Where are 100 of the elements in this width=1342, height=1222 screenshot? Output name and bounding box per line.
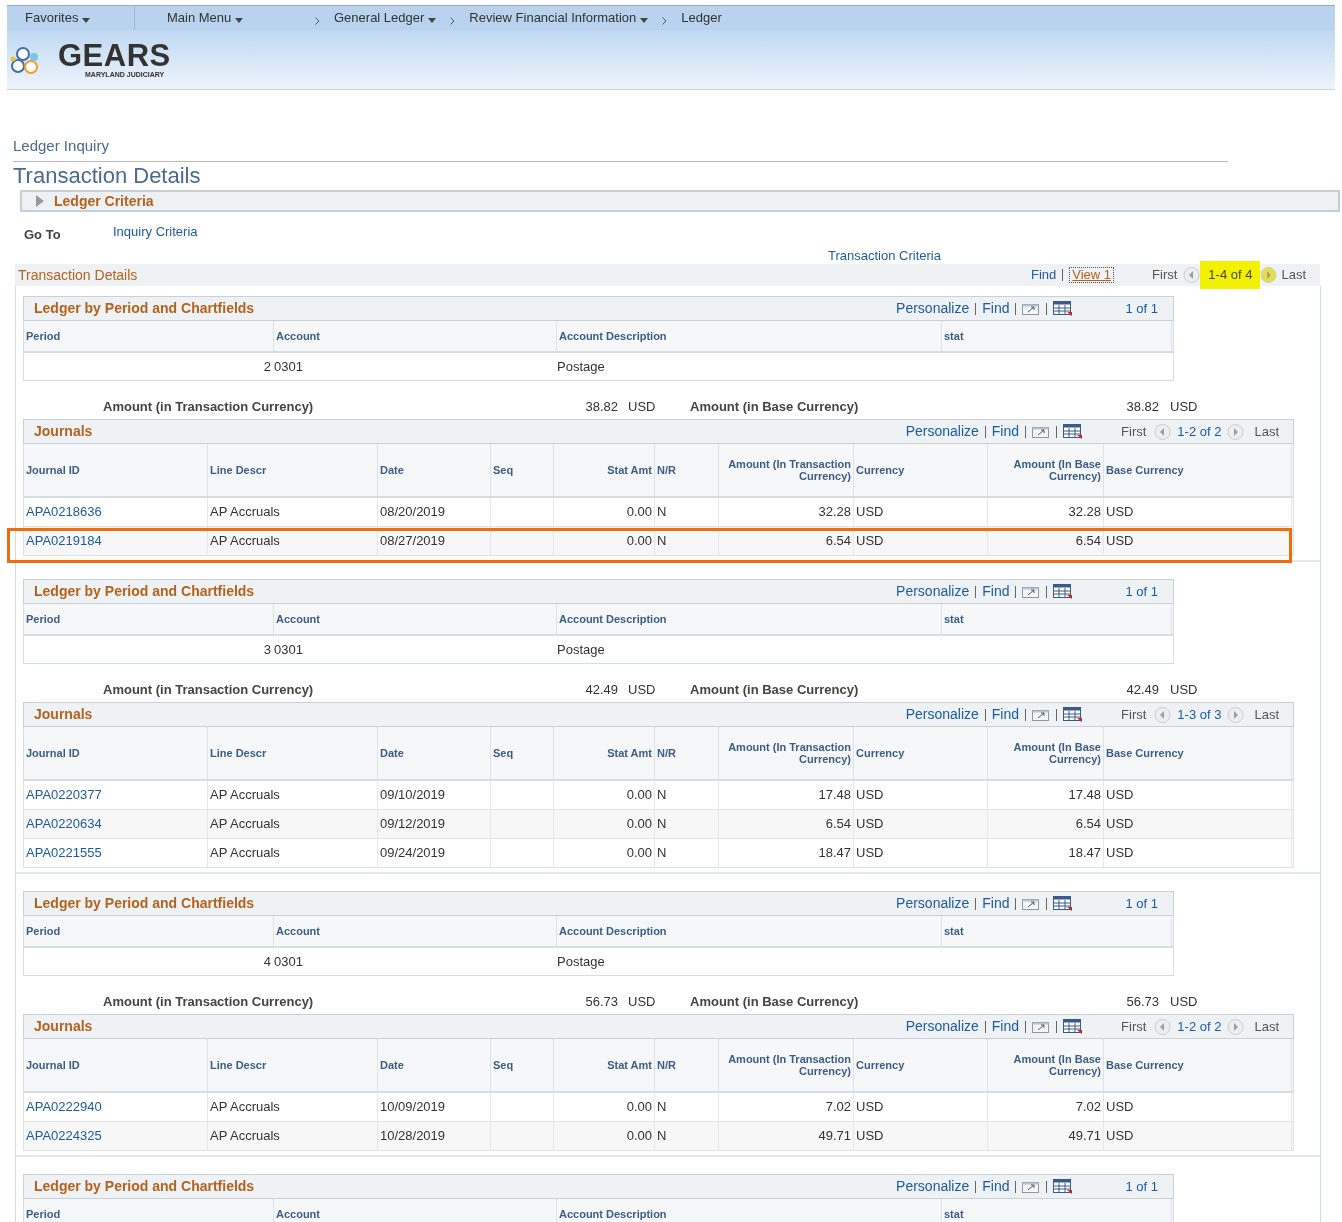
zoom-window-icon[interactable] [1022, 897, 1041, 910]
column-header[interactable]: Seq [493, 464, 514, 476]
previous-icon[interactable] [1154, 1018, 1172, 1035]
column-header[interactable]: Base Currency [1106, 464, 1184, 476]
column-header[interactable]: Date [380, 747, 404, 759]
personalize-link[interactable]: Personalize [896, 893, 970, 914]
zoom-window-icon[interactable] [1032, 425, 1051, 438]
column-header[interactable]: Currency [856, 1059, 905, 1071]
column-header[interactable]: Account [276, 922, 320, 940]
column-header[interactable]: Line Descr [210, 464, 267, 476]
menu-item[interactable]: Favorites [25, 8, 91, 28]
find-link[interactable]: Find [982, 298, 1010, 319]
personalize-link[interactable]: Personalize [896, 581, 970, 602]
find-link[interactable]: Find [991, 704, 1020, 725]
column-header[interactable]: Seq [493, 747, 514, 759]
column-header[interactable]: Account [276, 610, 320, 628]
transaction-criteria-link[interactable]: Transaction Criteria [828, 248, 941, 263]
column-header[interactable]: stat [944, 327, 964, 345]
spreadsheet-icon[interactable] [1053, 583, 1074, 600]
column-header[interactable]: Journal ID [26, 1059, 80, 1071]
previous-icon[interactable] [1154, 423, 1172, 440]
menu-item[interactable]: Main Menu [167, 8, 244, 28]
column-header[interactable]: Amount (In Base Currency) [990, 741, 1101, 765]
zoom-window-icon[interactable] [1022, 585, 1041, 598]
column-header[interactable]: Amount (In Base Currency) [990, 1053, 1101, 1077]
column-header[interactable]: Currency [856, 747, 905, 759]
next-icon[interactable] [1227, 706, 1245, 723]
collapsible-section[interactable]: Ledger Criteria [20, 190, 1340, 212]
journal-id-link[interactable]: APA0222940 [26, 1097, 102, 1117]
column-header[interactable]: Account Description [559, 327, 667, 345]
view-all-link[interactable]: View 1 [1069, 267, 1115, 283]
column-header[interactable]: Amount (In Transaction Currency) [721, 458, 851, 482]
column-header[interactable]: Stat Amt [607, 1059, 652, 1071]
column-header[interactable]: Account [276, 1205, 320, 1222]
personalize-link[interactable]: Personalize [905, 421, 979, 442]
zoom-window-icon[interactable] [1022, 1180, 1041, 1193]
column-header[interactable]: Stat Amt [607, 747, 652, 759]
spreadsheet-icon[interactable] [1063, 423, 1084, 440]
table-cell-text: Postage [557, 640, 605, 659]
column-header[interactable]: Line Descr [210, 1059, 267, 1071]
spreadsheet-icon[interactable] [1063, 1018, 1084, 1035]
zoom-window-icon[interactable] [1022, 302, 1041, 315]
find-link[interactable]: Find [982, 1176, 1010, 1197]
personalize-link[interactable]: Personalize [905, 704, 979, 725]
column-header[interactable]: Journal ID [26, 747, 80, 759]
menu-item[interactable]: Ledger [681, 8, 722, 28]
menu-item[interactable]: Review Financial Information [469, 8, 649, 28]
column-header[interactable]: Journal ID [26, 464, 80, 476]
journal-id-link[interactable]: APA0220634 [26, 814, 102, 834]
column-header[interactable]: N/R [657, 464, 676, 476]
find-link[interactable]: Find [982, 581, 1010, 602]
column-header[interactable]: Account Description [559, 1205, 667, 1222]
column-header[interactable]: Period [26, 1205, 61, 1222]
inquiry-criteria-link[interactable]: Inquiry Criteria [113, 222, 198, 242]
column-header[interactable]: N/R [657, 747, 676, 759]
find-link[interactable]: Find [1030, 265, 1057, 285]
previous-icon[interactable] [1154, 706, 1172, 723]
column-header[interactable]: Period [26, 327, 61, 345]
find-link[interactable]: Find [982, 893, 1010, 914]
column-header[interactable]: Stat Amt [607, 464, 652, 476]
column-header[interactable]: Currency [856, 464, 905, 476]
column-header[interactable]: Amount (In Base Currency) [990, 458, 1101, 482]
column-header[interactable]: Account Description [559, 922, 667, 940]
personalize-link[interactable]: Personalize [905, 1016, 979, 1037]
personalize-link[interactable]: Personalize [896, 1176, 970, 1197]
zoom-window-icon[interactable] [1032, 1020, 1051, 1033]
menu-item[interactable]: General Ledger [334, 8, 437, 28]
column-header[interactable]: stat [944, 1205, 964, 1222]
column-header[interactable]: Base Currency [1106, 1059, 1184, 1071]
column-header[interactable]: Period [26, 610, 61, 628]
column-header[interactable]: Amount (In Transaction Currency) [721, 741, 851, 765]
next-icon[interactable] [1227, 1018, 1245, 1035]
column-header[interactable]: Period [26, 922, 61, 940]
column-header[interactable]: Date [380, 1059, 404, 1071]
journal-id-link[interactable]: APA0218636 [26, 502, 102, 522]
journal-id-link[interactable]: APA0220377 [26, 785, 102, 805]
personalize-link[interactable]: Personalize [896, 298, 970, 319]
previous-icon[interactable] [1183, 267, 1201, 283]
spreadsheet-icon[interactable] [1063, 706, 1084, 723]
column-header[interactable]: Account Description [559, 610, 667, 628]
spreadsheet-icon[interactable] [1053, 895, 1074, 912]
next-icon[interactable] [1227, 423, 1245, 440]
column-header[interactable]: N/R [657, 1059, 676, 1071]
column-header[interactable]: Account [276, 327, 320, 345]
column-header[interactable]: stat [944, 610, 964, 628]
journal-id-link[interactable]: APA0221555 [26, 843, 102, 863]
next-icon[interactable] [1260, 267, 1278, 283]
spreadsheet-icon[interactable] [1053, 300, 1074, 317]
find-link[interactable]: Find [991, 1016, 1020, 1037]
spreadsheet-icon[interactable] [1053, 1178, 1074, 1195]
journal-id-link[interactable]: APA0219184 [26, 531, 102, 551]
zoom-window-icon[interactable] [1032, 708, 1051, 721]
column-header[interactable]: Amount (In Transaction Currency) [721, 1053, 851, 1077]
column-header[interactable]: Seq [493, 1059, 514, 1071]
find-link[interactable]: Find [991, 421, 1020, 442]
column-header[interactable]: Date [380, 464, 404, 476]
column-header[interactable]: Base Currency [1106, 747, 1184, 759]
column-header[interactable]: stat [944, 922, 964, 940]
journal-id-link[interactable]: APA0224325 [26, 1126, 102, 1146]
column-header[interactable]: Line Descr [210, 747, 267, 759]
